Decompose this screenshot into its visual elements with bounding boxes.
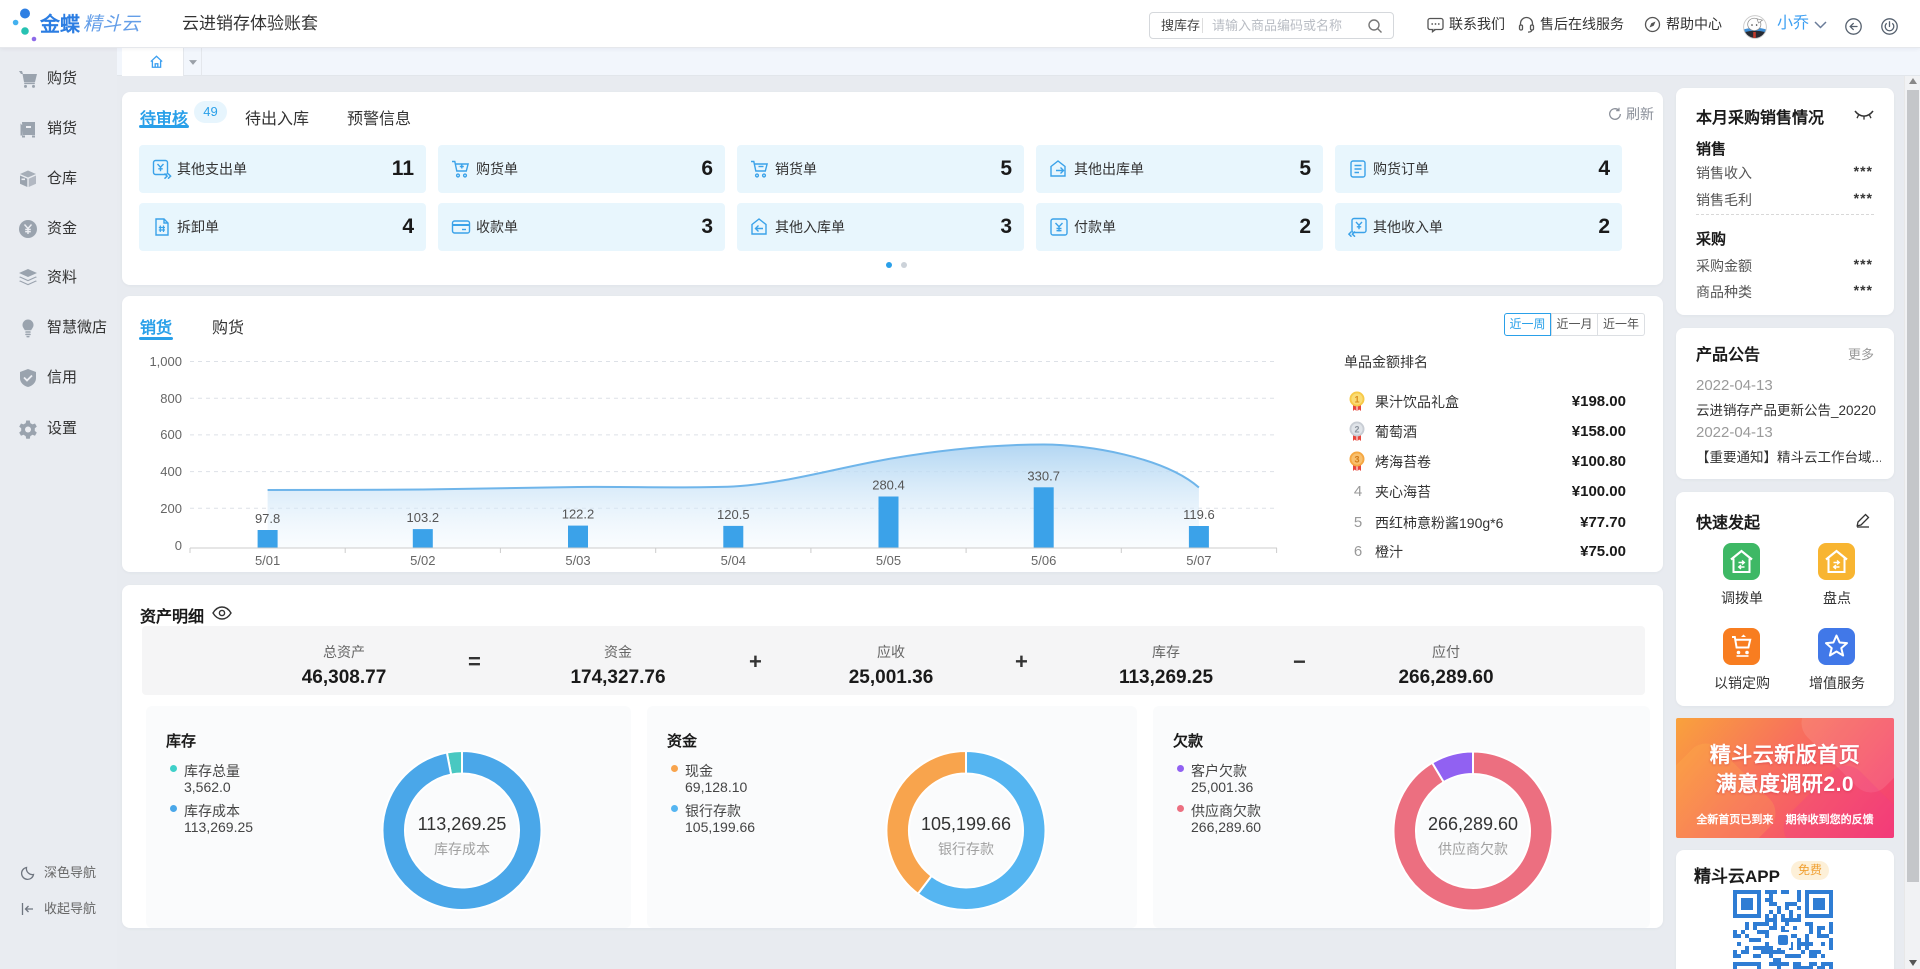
svg-text:120.5: 120.5 — [717, 507, 750, 522]
svg-text:5/05: 5/05 — [876, 553, 901, 568]
svg-text:5/04: 5/04 — [721, 553, 746, 568]
svg-text:5/03: 5/03 — [565, 553, 590, 568]
svg-text:600: 600 — [160, 427, 182, 442]
svg-text:103.2: 103.2 — [407, 510, 440, 525]
svg-text:119.6: 119.6 — [1183, 507, 1215, 522]
svg-text:200: 200 — [160, 501, 182, 516]
svg-text:800: 800 — [160, 391, 182, 406]
svg-text:330.7: 330.7 — [1027, 468, 1060, 483]
svg-text:5/01: 5/01 — [255, 553, 280, 568]
svg-text:5/06: 5/06 — [1031, 553, 1056, 568]
svg-text:5/07: 5/07 — [1186, 553, 1211, 568]
svg-text:5/02: 5/02 — [410, 553, 435, 568]
svg-text:1: 1 — [1354, 394, 1359, 404]
svg-text:400: 400 — [160, 464, 182, 479]
svg-text:122.2: 122.2 — [562, 507, 595, 522]
svg-text:2: 2 — [1354, 424, 1359, 434]
svg-text:97.8: 97.8 — [255, 511, 280, 526]
svg-text:3: 3 — [1354, 454, 1359, 464]
svg-text:280.4: 280.4 — [872, 478, 905, 493]
svg-text:0: 0 — [175, 538, 182, 553]
svg-text:1,000: 1,000 — [149, 354, 182, 369]
